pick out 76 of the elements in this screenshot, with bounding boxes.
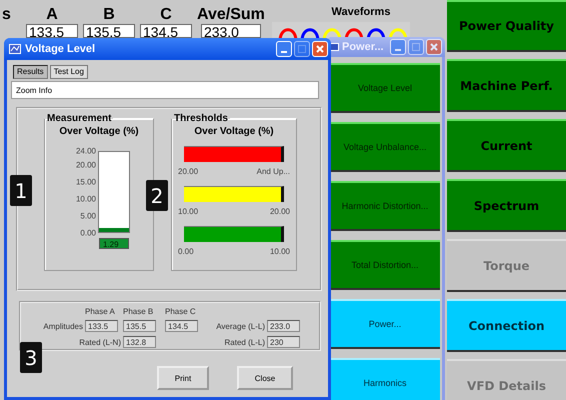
test-button[interactable]: Total Distortion... (330, 240, 440, 290)
group-title: Thresholds (173, 113, 229, 124)
minimize-button[interactable] (390, 39, 406, 55)
threshold-label: 10.00 (178, 207, 198, 218)
minimize-icon (395, 49, 401, 51)
tick-label: 20.00 (76, 160, 96, 170)
test-button[interactable]: Voltage Unbalance... (330, 122, 440, 172)
value-field: 134.5 (140, 24, 192, 38)
menu-button[interactable]: Machine Perf. (447, 59, 566, 112)
menu-button[interactable]: Torque (447, 239, 566, 292)
value-field: 132.8 (123, 336, 156, 348)
dialog-button[interactable]: Close (237, 366, 293, 390)
column-header: Phase C (165, 307, 197, 316)
row-label: Rated (L-N) (78, 338, 121, 346)
window-title: Power... (342, 41, 384, 53)
column-header: B (103, 6, 115, 24)
value-field: 233.0 (267, 320, 300, 332)
row-label: Amplitudes (42, 322, 83, 330)
test-button[interactable]: Harmonic Distortion... (330, 181, 440, 231)
menu-button[interactable]: Connection (447, 299, 566, 352)
menu-button[interactable]: VFD Details (447, 359, 566, 400)
minimize-icon (281, 51, 287, 53)
test-button[interactable]: Power... (330, 299, 440, 349)
group-title: Measurement (46, 113, 112, 124)
threshold-label: 10.00 (270, 247, 290, 258)
minimize-button[interactable] (276, 41, 292, 57)
reading-value: 1.29 (99, 238, 129, 249)
callout-badge: 2 (146, 180, 168, 211)
column-header: A (46, 6, 58, 24)
value-field: 230 (267, 336, 300, 348)
tick-label: 10.00 (76, 194, 96, 204)
threshold-label: And Up... (256, 167, 290, 178)
tick-label: 24.00 (76, 146, 96, 156)
close-icon (315, 44, 325, 54)
tick-label: 15.00 (76, 177, 96, 186)
threshold-label: 20.00 (270, 207, 290, 218)
column-header: Ave/Sum (197, 6, 265, 24)
column-header: Phase A (85, 307, 116, 316)
callout-badge: 3 (20, 342, 42, 373)
menu-button[interactable]: Power Quality (447, 0, 566, 52)
maximize-icon (297, 44, 307, 54)
maximize-button[interactable] (408, 39, 424, 55)
value-field: 133.5 (26, 24, 78, 38)
tab[interactable]: Results (13, 65, 48, 79)
maximize-button[interactable] (294, 41, 310, 57)
test-button[interactable]: Voltage Level (330, 63, 440, 113)
close-button[interactable] (312, 41, 328, 57)
maximize-icon (411, 42, 421, 52)
tab[interactable]: Test Log (50, 65, 88, 79)
column-header: s (2, 6, 12, 25)
row-label: Rated (L-L) (224, 338, 265, 346)
column-header: C (160, 6, 172, 24)
menu-button[interactable]: Spectrum (447, 179, 566, 232)
tick-label: 0.00 (80, 228, 96, 238)
app-icon (9, 44, 21, 54)
value-field: 233.0 (200, 24, 261, 38)
column-header: Phase B (123, 307, 154, 316)
value-field: 135.5 (123, 320, 156, 332)
threshold-label: 20.00 (178, 167, 198, 178)
dialog-button[interactable]: Print (157, 366, 209, 390)
zoom-info-bar: Zoom Info (11, 81, 319, 99)
thresholds-title: Over Voltage (%) (194, 126, 274, 137)
gauge-title: Over Voltage (%) (59, 126, 139, 137)
value-field: 133.5 (85, 320, 118, 332)
waveforms-label: Waveforms (332, 6, 390, 18)
tick-label: 5.00 (80, 211, 96, 220)
callout-badge: 1 (10, 175, 32, 206)
value-field: 134.5 (165, 320, 198, 332)
row-label: Average (L-L) (215, 322, 265, 330)
window-title: Voltage Level (25, 43, 96, 55)
close-button[interactable] (426, 39, 442, 55)
value-field: 135.5 (83, 24, 135, 38)
threshold-label: 0.00 (178, 247, 194, 258)
menu-button[interactable]: Current (447, 119, 566, 172)
close-icon (429, 42, 439, 52)
test-button[interactable]: Harmonics (330, 358, 440, 400)
